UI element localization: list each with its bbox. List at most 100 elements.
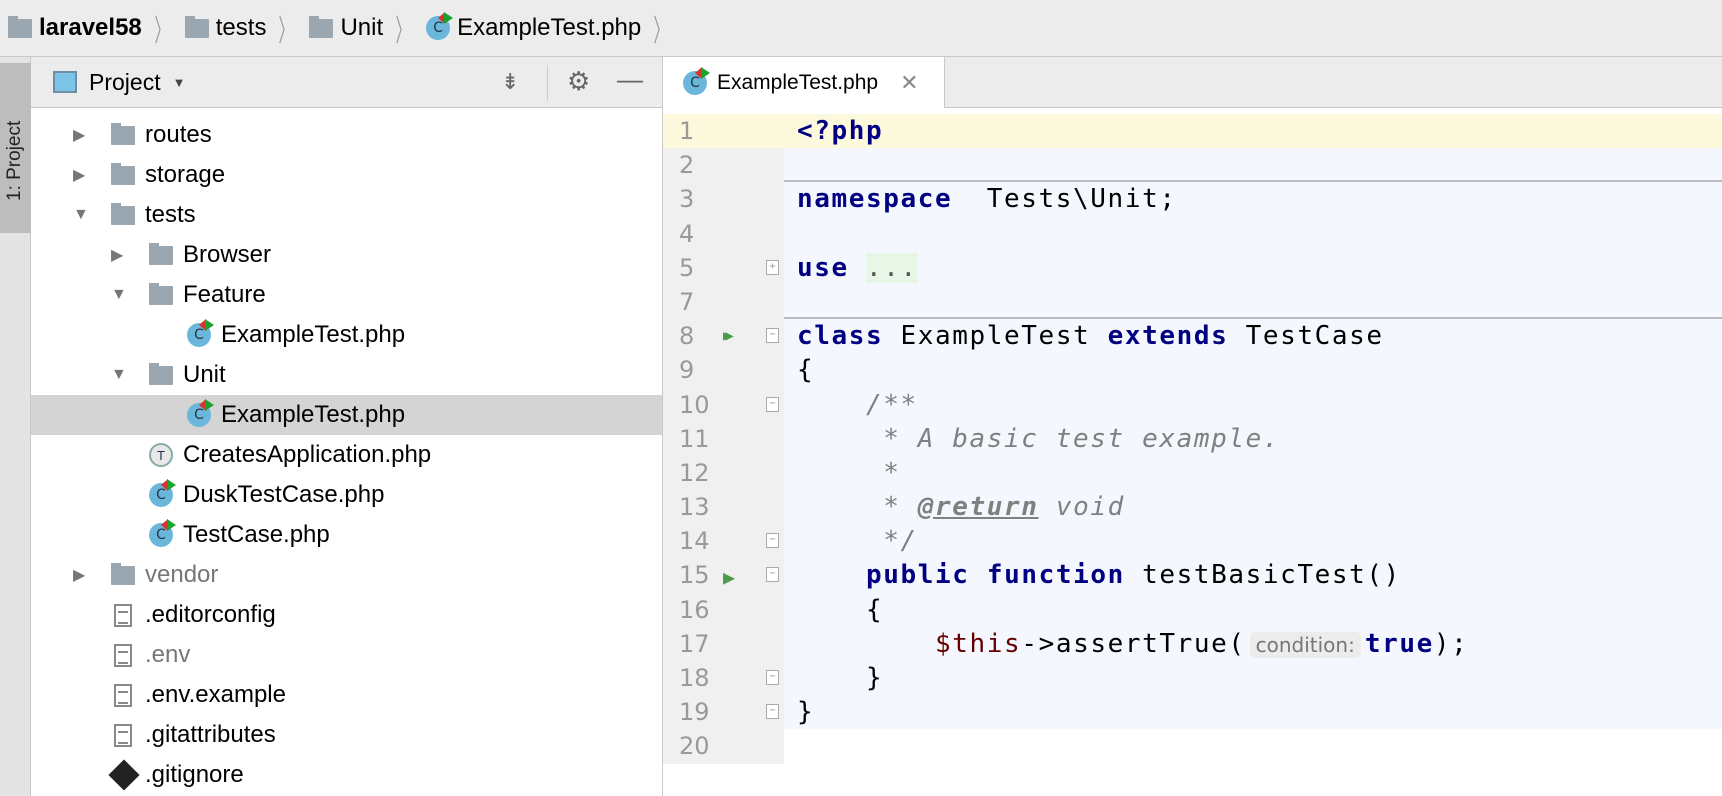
code-token: } (797, 697, 815, 728)
code-text: <?php (784, 114, 1722, 149)
code-text: class ExampleTest extends TestCase (784, 319, 1722, 354)
folded-imports[interactable]: ... (866, 252, 918, 283)
code-line: 5 + use ... (663, 250, 1722, 285)
collapsed-arrow-icon[interactable]: ▶ (111, 245, 123, 265)
fold-marker-icon[interactable]: + (766, 259, 779, 275)
chevron-right-icon: 〉 (653, 15, 669, 48)
tree-item[interactable]: ▶ Browser (31, 235, 662, 275)
close-icon[interactable]: ✕ (900, 70, 918, 96)
icon-wrap: C (187, 319, 214, 347)
run-test-icon[interactable]: ▶ (723, 565, 735, 589)
code-text: /** (784, 387, 1722, 422)
code-text: $this->assertTrue(condition: true); (784, 626, 1722, 661)
code-token: * (797, 457, 901, 488)
code-token: void (1038, 492, 1125, 523)
tree-item-label: Unit (183, 361, 226, 388)
breadcrumb-item[interactable]: C ExampleTest.php (426, 12, 641, 42)
icon-wrap (114, 683, 132, 707)
tree-item-label: storage (145, 161, 226, 188)
code-token: /** (797, 389, 918, 420)
fold-marker-icon[interactable]: − (766, 396, 779, 412)
project-tab-label: 1: Project (4, 120, 25, 201)
code-line: 7 (663, 284, 1722, 320)
code-token: public (797, 560, 970, 591)
code-text (784, 284, 1722, 320)
php-trait-icon: T (149, 443, 173, 467)
code-text: * @return void (784, 490, 1722, 525)
project-panel: Project ▼ ⇟ ⚙ — ▶ routes ▶ storage ▼ tests ▶ Br… (31, 57, 663, 796)
icon-wrap (114, 643, 132, 667)
gear-icon[interactable]: ⚙ (567, 66, 590, 97)
folder-icon (184, 15, 209, 38)
tree-item[interactable]: C TestCase.php (31, 515, 662, 555)
collapse-all-icon[interactable]: ⇟ (501, 69, 519, 95)
expanded-arrow-icon[interactable]: ▼ (111, 366, 127, 384)
tree-item[interactable]: ▼ Feature (31, 275, 662, 315)
code-token: use (797, 252, 849, 283)
code-line: 15 ▶ − public function testBasicTest() (663, 558, 1722, 593)
code-token: class (797, 321, 884, 352)
tree-item[interactable]: .env.example (31, 675, 662, 715)
tree-item-label: .gitignore (145, 761, 244, 788)
icon-wrap: C (149, 519, 176, 547)
tree-item-label: .env (145, 641, 191, 668)
code-text: public function testBasicTest() (784, 558, 1722, 593)
php-class-icon: C (187, 399, 214, 427)
tree-item[interactable]: ▼ tests (31, 195, 662, 235)
collapsed-arrow-icon[interactable]: ▶ (73, 165, 85, 185)
run-all-tests-icon[interactable]: ▶▶ (723, 328, 734, 344)
breadcrumb-item[interactable]: tests (184, 14, 267, 42)
tree-item[interactable]: .gitattributes (31, 715, 662, 755)
fold-marker-icon[interactable]: − (766, 704, 779, 720)
tree-item[interactable]: C ExampleTest.php (31, 315, 662, 355)
collapsed-arrow-icon[interactable]: ▶ (73, 565, 85, 585)
chevron-right-icon: 〉 (395, 15, 411, 48)
tree-item[interactable]: T CreatesApplication.php (31, 435, 662, 475)
collapsed-arrow-icon[interactable]: ▶ (73, 125, 85, 145)
code-text: } (784, 695, 1722, 730)
breadcrumb-label: tests (215, 14, 267, 41)
folder-icon (111, 562, 135, 585)
tree-item[interactable]: .gitignore (31, 755, 662, 795)
tree-item[interactable]: .env (31, 635, 662, 675)
fold-marker-icon[interactable]: − (766, 328, 779, 344)
hide-panel-icon[interactable]: — (617, 64, 643, 95)
fold-marker-icon[interactable]: − (766, 567, 779, 583)
expanded-arrow-icon[interactable]: ▼ (73, 206, 89, 224)
php-class-icon: C (187, 319, 214, 347)
breadcrumb-label: Unit (340, 14, 384, 41)
code-token: } (797, 663, 884, 693)
breadcrumb-item[interactable]: laravel58 (8, 14, 142, 42)
tab-exampletest[interactable]: C ExampleTest.php ✕ (663, 57, 945, 108)
tree-item[interactable]: ▼ Unit (31, 355, 662, 395)
breadcrumb-label: laravel58 (39, 14, 142, 41)
code-text: namespace Tests\Unit; (784, 182, 1722, 217)
tree-item[interactable]: ▶ vendor (31, 555, 662, 595)
breadcrumb-item[interactable]: Unit (309, 14, 383, 42)
chevron-down-icon[interactable]: ▼ (173, 75, 186, 90)
expanded-arrow-icon[interactable]: ▼ (111, 286, 127, 304)
line-number: 16 (663, 592, 784, 627)
tree-item-label: .editorconfig (145, 601, 276, 628)
tree-item-label: tests (145, 201, 196, 228)
project-tool-window-tab[interactable]: 1: Project (0, 63, 31, 233)
tree-item[interactable]: C DuskTestCase.php (31, 475, 662, 515)
text-file-icon (114, 723, 132, 747)
project-view-selector[interactable]: Project (89, 69, 161, 96)
code-token: * (797, 492, 918, 523)
folder-icon (149, 242, 173, 265)
tree-item[interactable]: ▶ storage (31, 155, 662, 195)
tree-item-label: .gitattributes (145, 721, 276, 748)
tree-item[interactable]: C ExampleTest.php (31, 395, 662, 435)
code-line: 14− */ (663, 524, 1722, 559)
fold-marker-icon[interactable]: − (766, 533, 779, 549)
fold-marker-icon[interactable]: − (766, 670, 779, 685)
tree-item[interactable]: .editorconfig (31, 595, 662, 635)
tree-item-label: routes (145, 121, 212, 148)
code-token: namespace (797, 184, 953, 215)
code-area[interactable]: 1 <?php 2 3 namespace Tests\Unit; 4 5 + use ... 7… (663, 108, 1722, 796)
folder-icon (111, 162, 135, 185)
tree-item[interactable]: ▶ routes (31, 115, 662, 155)
